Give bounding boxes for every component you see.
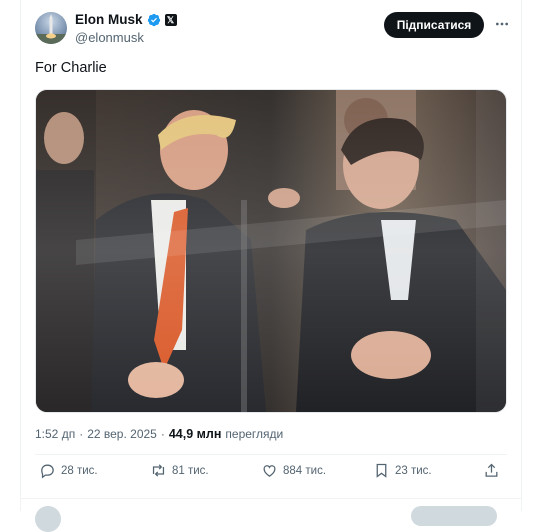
divider <box>35 454 507 455</box>
post-text: For Charlie <box>35 60 107 76</box>
follow-button[interactable]: Підписатися <box>384 12 484 38</box>
share-icon <box>485 463 498 477</box>
post-date[interactable]: 22 вер. 2025 <box>87 427 157 441</box>
like-icon <box>263 465 276 477</box>
author-name-row: Elon Musk 𝕏 <box>75 12 177 27</box>
reply-count: 28 тис. <box>61 464 98 477</box>
verified-badge-icon <box>147 13 160 26</box>
reply-button-peek <box>411 506 497 526</box>
divider <box>21 498 521 499</box>
post-image[interactable] <box>35 89 507 413</box>
reply-avatar <box>35 506 61 532</box>
photo-illustration <box>36 90 506 412</box>
reply-button[interactable]: 28 тис. <box>39 462 98 479</box>
meta-separator: · <box>160 427 165 441</box>
bookmark-count: 23 тис. <box>395 464 432 477</box>
repost-icon <box>152 464 165 477</box>
more-icon[interactable] <box>494 16 510 32</box>
bookmark-icon <box>376 463 387 478</box>
like-count: 884 тис. <box>283 464 327 477</box>
x-badge-icon: 𝕏 <box>164 13 177 26</box>
meta-separator: · <box>79 427 84 441</box>
like-button[interactable]: 884 тис. <box>261 462 326 479</box>
repost-count: 81 тис. <box>172 464 209 477</box>
reply-icon <box>41 464 54 479</box>
repost-button[interactable]: 81 тис. <box>150 462 209 479</box>
views-count: 44,9 млн <box>168 427 222 441</box>
action-bar: 28 тис. 81 тис. 884 тис. 23 тис. <box>35 462 507 488</box>
author-name[interactable]: Elon Musk <box>75 12 143 27</box>
author-handle[interactable]: @elonmusk <box>75 30 144 45</box>
avatar[interactable] <box>35 12 67 44</box>
bookmark-button[interactable]: 23 тис. <box>373 462 432 479</box>
share-button[interactable] <box>483 462 500 479</box>
post-card: Elon Musk 𝕏 @elonmusk Підписатися For Ch… <box>20 0 522 532</box>
post-time[interactable]: 1:52 дп <box>35 427 75 441</box>
views-label: перегляди <box>225 427 284 441</box>
post-meta: 1:52 дп · 22 вер. 2025 · 44,9 млн перегл… <box>35 427 283 441</box>
post-header: Elon Musk 𝕏 @elonmusk Підписатися <box>35 10 508 50</box>
